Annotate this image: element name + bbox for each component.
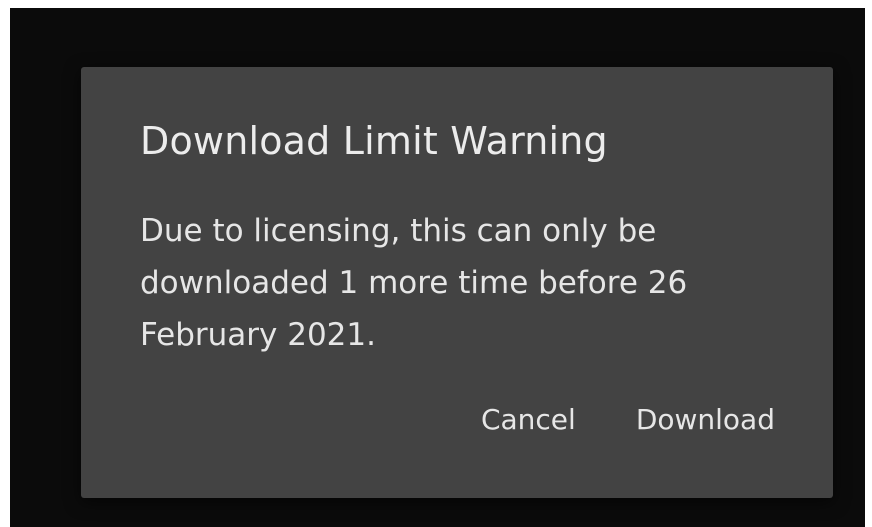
dialog-actions: Cancel Download: [481, 403, 775, 436]
dialog-message: Due to licensing, this can only be downl…: [140, 213, 688, 353]
download-button[interactable]: Download: [636, 403, 775, 436]
dialog-title: Download Limit Warning: [140, 119, 608, 163]
download-limit-dialog: Download Limit Warning Due to licensing,…: [81, 67, 833, 498]
cancel-button[interactable]: Cancel: [481, 403, 576, 436]
screen-backdrop: Download Limit Warning Due to licensing,…: [10, 8, 865, 527]
